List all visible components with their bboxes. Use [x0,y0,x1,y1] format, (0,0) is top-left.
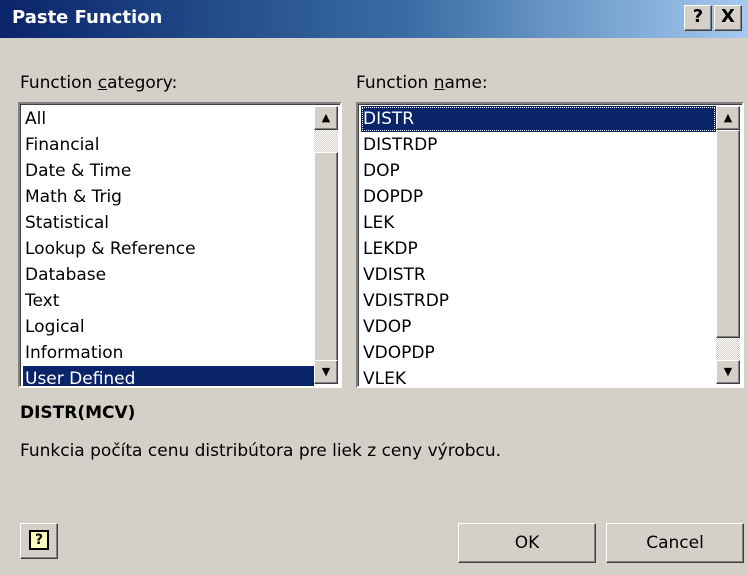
category-list-item[interactable]: Math & Trig [23,184,314,210]
category-list-item[interactable]: Financial [23,132,314,158]
category-list-item[interactable]: Information [23,340,314,366]
category-list-item[interactable]: All [23,106,314,132]
category-list-item[interactable]: Database [23,262,314,288]
category-list-item[interactable]: Text [23,288,314,314]
category-list-item[interactable]: Lookup & Reference [23,236,314,262]
function-category-label: Function category: [20,73,177,93]
function-name-label: Function name: [356,73,488,93]
scroll-down-button[interactable]: ▼ [716,360,740,384]
ok-button[interactable]: OK [458,523,596,563]
scroll-thumb[interactable] [716,130,740,338]
category-label-accesskey: c [97,73,108,93]
title-bar[interactable]: Paste Function ? X [0,0,748,38]
function-list-item[interactable]: VDOP [361,314,716,340]
function-syntax: DISTR(MCV) [20,403,136,423]
cancel-button[interactable]: Cancel [606,523,744,563]
function-scrollbar[interactable]: ▲ ▼ [716,106,740,384]
function-name-list[interactable]: DISTR DISTRDP DOP DOPDP LEK LEKDP VDISTR VDISTR… [356,102,744,388]
category-label-part: Function [20,73,98,93]
function-list-item[interactable]: DISTRDP [361,132,716,158]
category-list-item[interactable]: User Defined [23,366,314,386]
office-assistant-button[interactable]: ? [20,523,58,559]
category-list-item[interactable]: Date & Time [23,158,314,184]
scroll-down-button[interactable]: ▼ [314,360,338,384]
function-category-list[interactable]: All Financial Date & Time Math & Trig Statis… [18,102,342,388]
category-list-item[interactable]: Logical [23,314,314,340]
function-description: Funkcia počíta cenu distribútora pre lie… [20,441,502,461]
function-list-item[interactable]: DISTR [361,106,716,132]
scroll-thumb[interactable] [314,152,338,364]
window-title: Paste Function [12,7,163,28]
function-list-item[interactable]: LEKDP [361,236,716,262]
function-label-accesskey: n [433,73,445,93]
help-button[interactable]: ? [684,5,712,31]
scroll-up-button[interactable]: ▲ [314,106,338,130]
function-list-item[interactable]: VDOPDP [361,340,716,366]
function-list-item[interactable]: VLEK [361,366,716,386]
function-items: DISTR DISTRDP DOP DOPDP LEK LEKDP VDISTR VDISTR… [361,106,716,386]
function-label-part: Function [356,73,434,93]
category-list-item[interactable]: Statistical [23,210,314,236]
close-button[interactable]: X [714,5,742,31]
function-list-item[interactable]: DOP [361,158,716,184]
function-label-part: ame: [444,73,488,93]
function-list-item[interactable]: VDISTRDP [361,288,716,314]
category-scrollbar[interactable]: ▲ ▼ [314,106,338,384]
scroll-up-button[interactable]: ▲ [716,106,740,130]
category-items: All Financial Date & Time Math & Trig Statis… [23,106,314,386]
category-label-part: ategory: [107,73,178,93]
function-list-item[interactable]: VDISTR [361,262,716,288]
help-assistant-icon: ? [29,530,49,550]
function-list-item[interactable]: DOPDP [361,184,716,210]
function-list-item[interactable]: LEK [361,210,716,236]
